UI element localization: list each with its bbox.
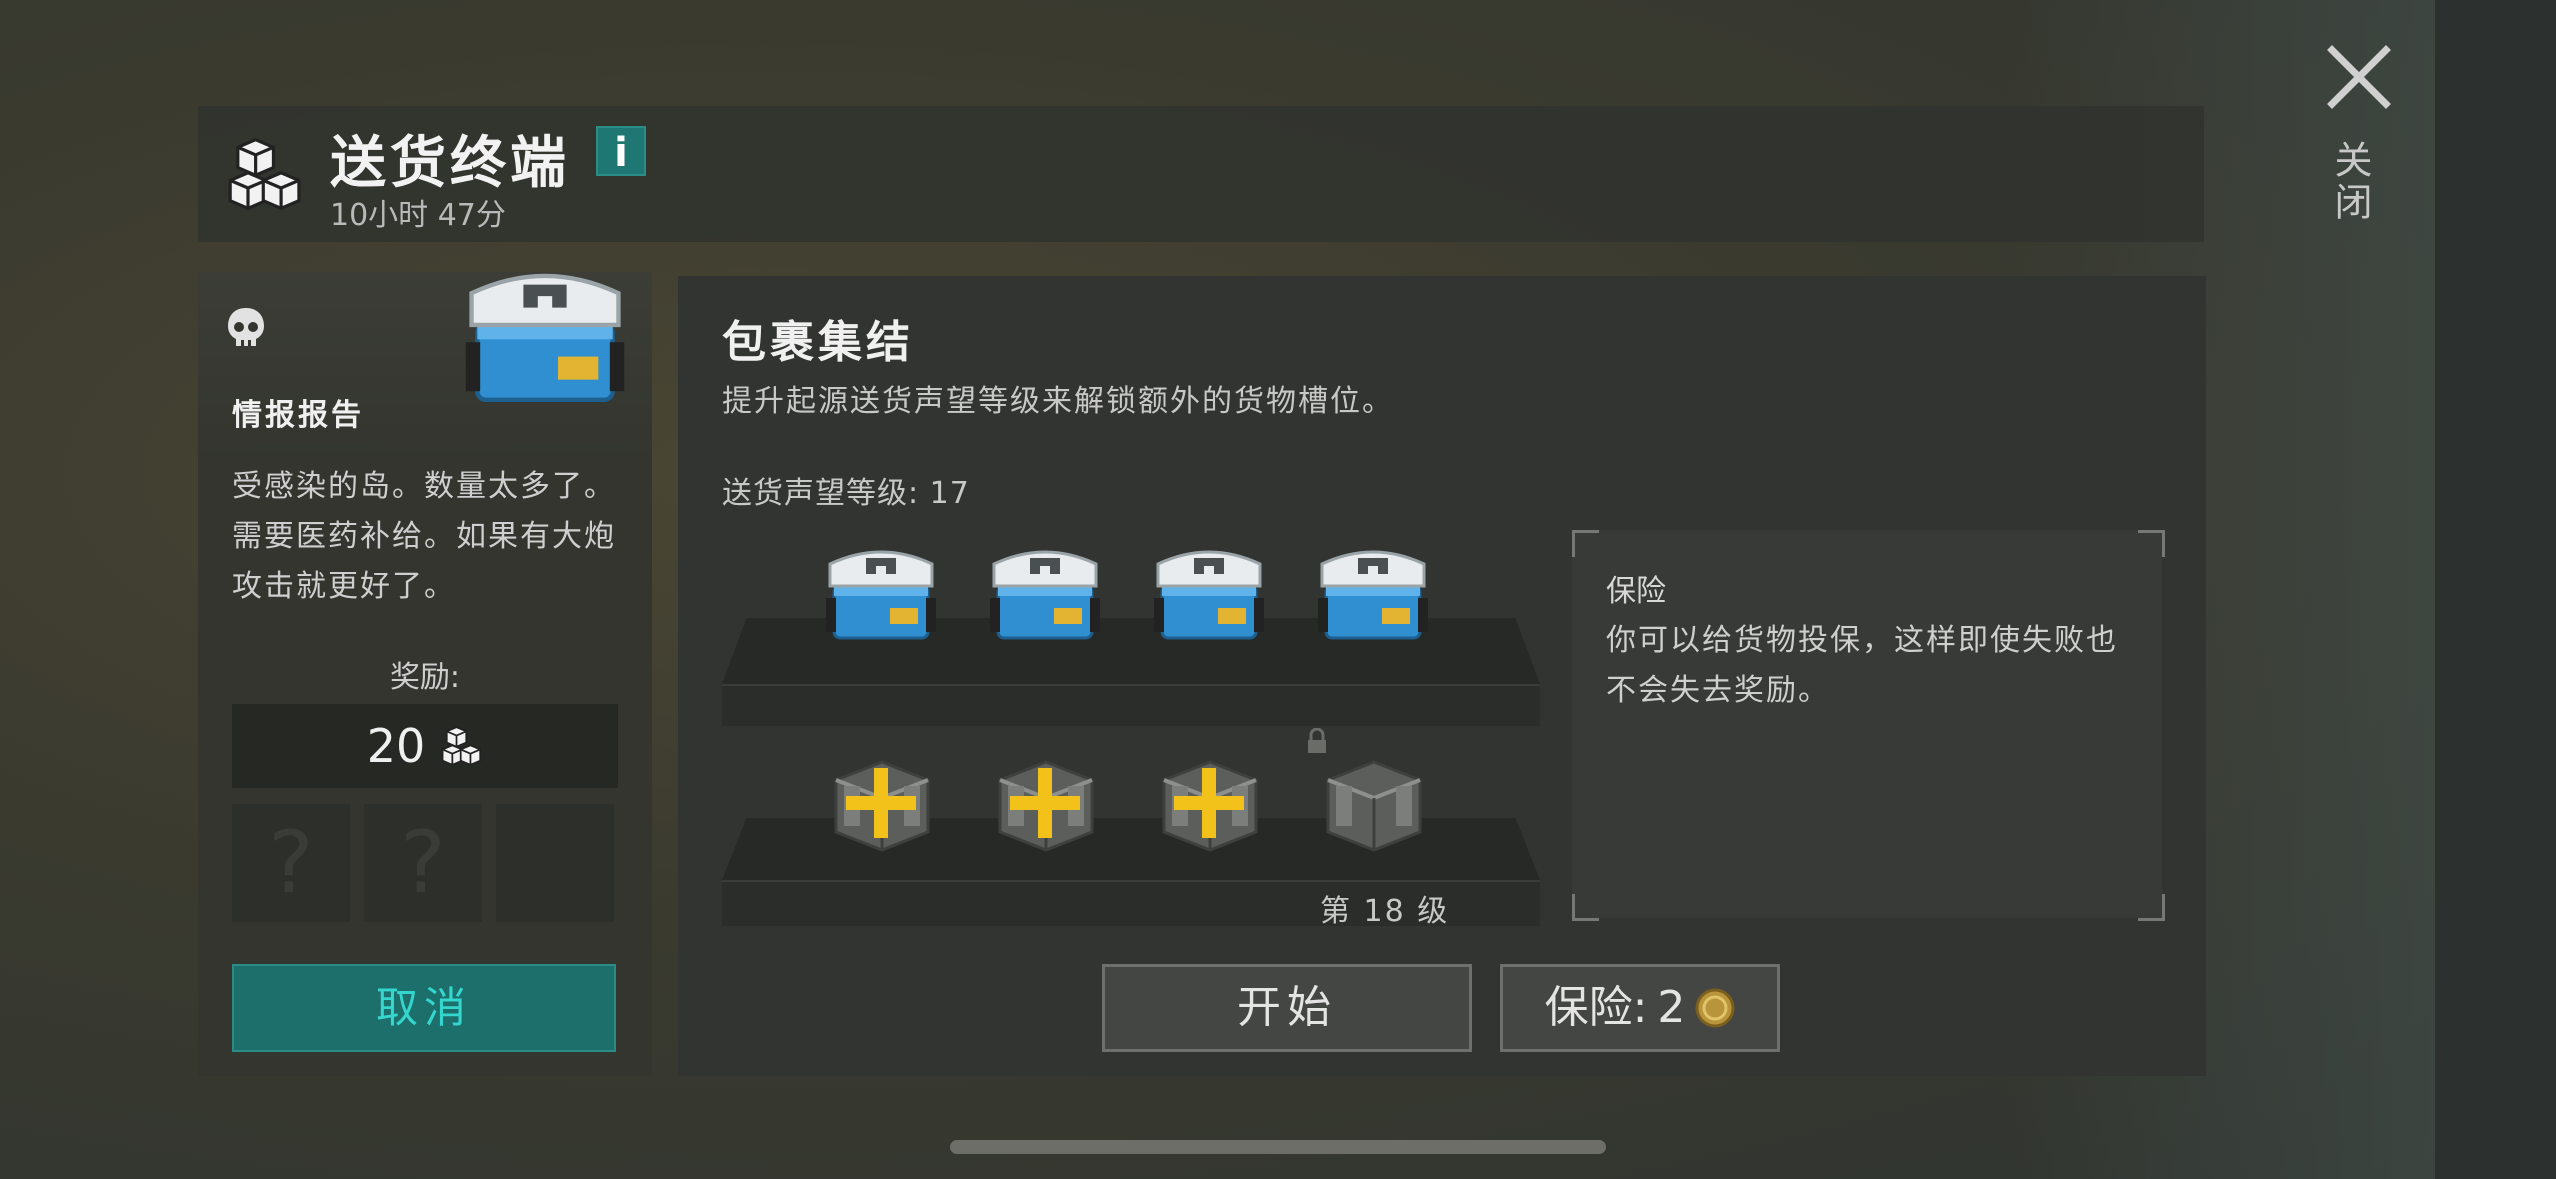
cargo-cooler-slot[interactable]	[1314, 534, 1432, 652]
cargo-cooler-slot[interactable]	[986, 534, 1104, 652]
timer-text: 10小时 47分	[330, 198, 506, 233]
section-title: 包裹集结	[722, 317, 914, 368]
cooler-icon	[460, 250, 630, 420]
cargo-cooler-slot[interactable]	[1150, 534, 1268, 652]
insure-cost: 2	[1657, 982, 1686, 1033]
info-button[interactable]: i	[596, 126, 646, 176]
reputation-level: 送货声望等级: 17	[722, 476, 970, 511]
cubes-icon	[441, 726, 482, 766]
screen-edge-strip	[2435, 0, 2556, 1179]
insurance-title: 保险	[1606, 574, 1666, 609]
lock-icon	[1308, 728, 1326, 753]
add-cargo-slot[interactable]	[822, 740, 940, 858]
report-text: 受感染的岛。数量太多了。需要医药补给。如果有大炮攻击就更好了。	[232, 469, 616, 604]
section-subtitle: 提升起源送货声望等级来解锁额外的货物槽位。	[722, 384, 1394, 419]
add-cargo-slot[interactable]	[1150, 740, 1268, 858]
cargo-cooler-slot[interactable]	[822, 534, 940, 652]
report-title: 情报报告	[232, 398, 364, 433]
mystery-reward-slot: ?	[364, 804, 482, 922]
add-cargo-slot[interactable]	[986, 740, 1104, 858]
home-indicator[interactable]	[950, 1140, 1606, 1154]
insurance-text: 你可以给货物投保，这样即使失败也不会失去奖励。	[1606, 623, 2118, 708]
locked-cargo-slot	[1326, 760, 1422, 852]
cubes-icon	[228, 138, 301, 210]
empty-reward-slot	[496, 804, 614, 922]
insure-button[interactable]: 保险: 2	[1500, 964, 1780, 1052]
reward-box: 20	[232, 704, 618, 788]
skull-icon	[228, 308, 264, 346]
close-label[interactable]: 关闭	[2328, 140, 2378, 224]
insure-button-label: 保险:	[1544, 982, 1648, 1033]
start-button[interactable]: 开始	[1102, 964, 1472, 1052]
cancel-button[interactable]: 取消	[232, 964, 616, 1052]
reward-value: 20	[366, 719, 426, 773]
locked-tier-label: 第 18 级	[1320, 894, 1450, 929]
coin-icon	[1695, 988, 1735, 1028]
close-icon[interactable]	[2326, 44, 2392, 110]
page-title: 送货终端	[330, 131, 570, 196]
mystery-reward-slot: ?	[232, 804, 350, 922]
reward-label: 奖励:	[389, 660, 461, 695]
